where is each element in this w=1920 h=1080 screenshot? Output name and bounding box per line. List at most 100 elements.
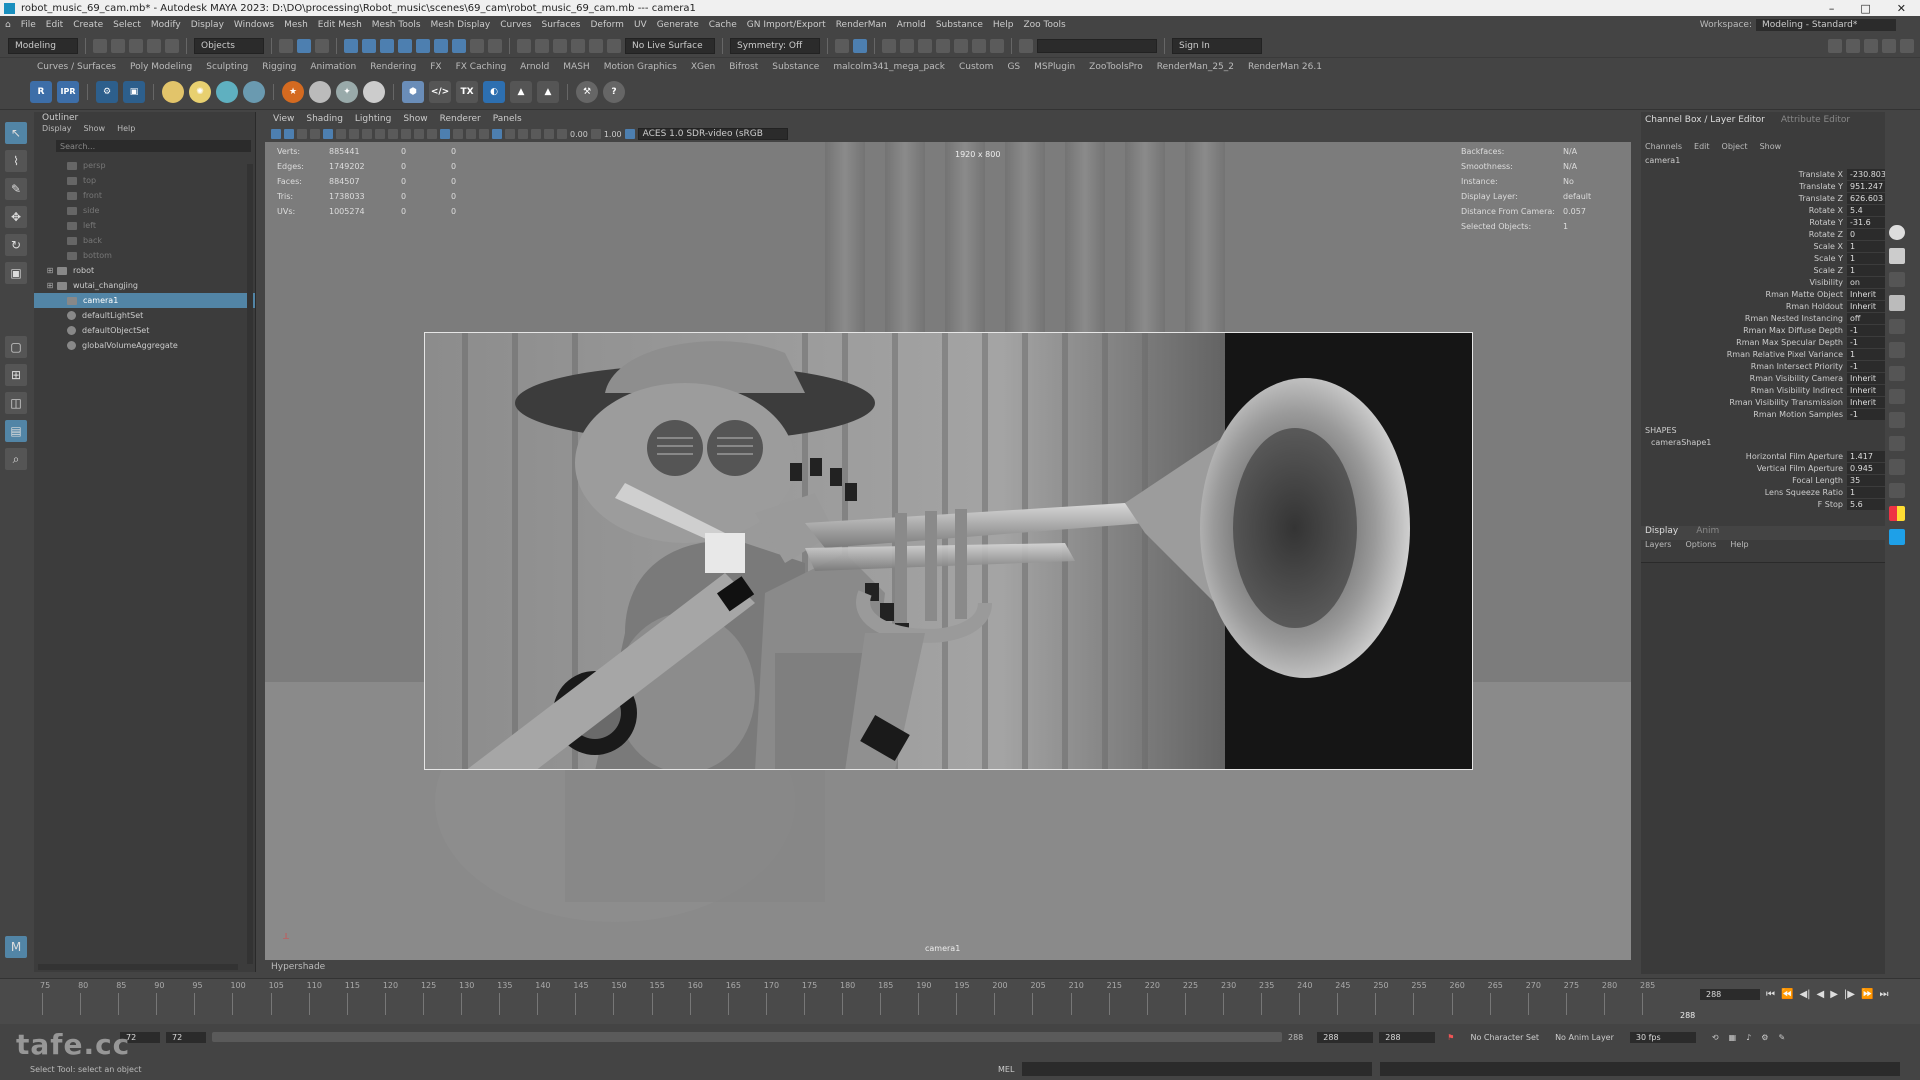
shelf-tab-rigging[interactable]: Rigging bbox=[255, 62, 303, 72]
soft-select-icon[interactable] bbox=[853, 38, 867, 53]
key-ticks-icon[interactable]: ▦ bbox=[1729, 1033, 1737, 1042]
gate-mask-icon[interactable] bbox=[362, 129, 372, 139]
channel-value-field[interactable]: Inherit bbox=[1847, 300, 1885, 312]
viewport-menu-shading[interactable]: Shading bbox=[306, 114, 343, 124]
playback-settings-icon[interactable]: ⚙ bbox=[1761, 1033, 1768, 1042]
lock-icon[interactable] bbox=[470, 38, 484, 53]
selection-mode-select[interactable]: Objects bbox=[194, 37, 264, 54]
channel-row-scale-z[interactable]: Scale Z 1 bbox=[1641, 264, 1885, 276]
wireframe-icon[interactable] bbox=[414, 129, 424, 139]
outliner-item-left[interactable]: left bbox=[34, 218, 255, 233]
stats-icon[interactable]: ▲ bbox=[510, 80, 532, 103]
dome-light-icon[interactable] bbox=[216, 80, 238, 103]
pencil-icon[interactable] bbox=[1889, 318, 1905, 335]
camera-attributes-icon[interactable] bbox=[284, 129, 294, 139]
expand-icon[interactable]: ⊞ bbox=[46, 281, 54, 290]
channels-menu[interactable]: Channels bbox=[1645, 142, 1682, 156]
grid-icon[interactable] bbox=[323, 129, 333, 139]
select-hierarchy-icon[interactable] bbox=[279, 38, 293, 53]
channel-row-vertical-film-aperture[interactable]: Vertical Film Aperture 0.945 bbox=[1641, 462, 1885, 474]
playback-end-field[interactable]: 288 bbox=[1317, 1031, 1374, 1043]
channel-row-rman-holdout[interactable]: Rman Holdout Inherit bbox=[1641, 300, 1885, 312]
history-icon[interactable] bbox=[488, 38, 502, 53]
menu-gn-import-export[interactable]: GN Import/Export bbox=[742, 20, 831, 30]
outliner-item-side[interactable]: side bbox=[34, 203, 255, 218]
txmake-icon[interactable]: TX bbox=[456, 80, 478, 103]
help-icon[interactable]: ? bbox=[603, 80, 625, 103]
outliner-hscrollbar[interactable] bbox=[38, 964, 238, 970]
shelf-tab-malcolm341-mega-pack[interactable]: malcolm341_mega_pack bbox=[826, 62, 952, 72]
panel-toggle-icon[interactable] bbox=[1900, 38, 1914, 53]
minimize-icon[interactable]: – bbox=[1829, 2, 1835, 15]
channel-row-rman-visibility-camera[interactable]: Rman Visibility Camera Inherit bbox=[1641, 372, 1885, 384]
shelf-tab-arnold[interactable]: Arnold bbox=[513, 62, 556, 72]
current-frame-field[interactable]: 288 bbox=[1700, 989, 1760, 1000]
outliner-item-defaultlightset[interactable]: defaultLightSet bbox=[34, 308, 255, 323]
pattern-icon[interactable]: ✦ bbox=[336, 80, 358, 103]
outliner-menu-help[interactable]: Help bbox=[117, 124, 135, 136]
channel-row-rman-matte-object[interactable]: Rman Matte Object Inherit bbox=[1641, 288, 1885, 300]
step-back-key-icon[interactable]: ⏪ bbox=[1781, 989, 1793, 1000]
channel-row-rman-motion-samples[interactable]: Rman Motion Samples -1 bbox=[1641, 408, 1885, 420]
xray-icon[interactable] bbox=[492, 129, 502, 139]
eye-icon[interactable] bbox=[1889, 248, 1905, 264]
textured-icon[interactable] bbox=[453, 129, 463, 139]
mel-toggle[interactable]: MEL bbox=[998, 1065, 1014, 1074]
preset-browser-icon[interactable]: ▣ bbox=[123, 80, 145, 103]
make-live-icon[interactable] bbox=[434, 38, 448, 53]
viewport-menu-renderer[interactable]: Renderer bbox=[440, 114, 481, 124]
osl-icon[interactable]: </> bbox=[429, 80, 451, 103]
gamma-icon[interactable] bbox=[590, 129, 601, 139]
hypershade-bar[interactable]: Hypershade bbox=[265, 960, 1631, 974]
rename-icon[interactable] bbox=[1019, 38, 1033, 53]
outliner-search-input[interactable]: Search... bbox=[56, 140, 251, 152]
show-menu[interactable]: Show bbox=[1760, 142, 1782, 156]
outliner-item-front[interactable]: front bbox=[34, 188, 255, 203]
trash-icon[interactable] bbox=[1889, 412, 1905, 428]
channel-row-translate-y[interactable]: Translate Y 951.247 bbox=[1641, 180, 1885, 192]
snap-surface-icon[interactable] bbox=[452, 38, 466, 53]
channel-row-rman-visibility-indirect[interactable]: Rman Visibility Indirect Inherit bbox=[1641, 384, 1885, 396]
shelf-tab-bifrost[interactable]: Bifrost bbox=[722, 62, 765, 72]
shelf-tab-substance[interactable]: Substance bbox=[765, 62, 826, 72]
render-setup-icon[interactable] bbox=[954, 38, 968, 53]
shelf-tab-mash[interactable]: MASH bbox=[556, 62, 596, 72]
workspace-select[interactable]: Modeling - Standard* bbox=[1756, 19, 1896, 31]
four-pane-icon[interactable]: ⊞ bbox=[5, 364, 27, 386]
gamma-field[interactable]: 1.00 bbox=[604, 130, 622, 139]
channel-row-rotate-x[interactable]: Rotate X 5.4 bbox=[1641, 204, 1885, 216]
command-input[interactable] bbox=[1022, 1062, 1372, 1076]
channel-box-icon[interactable] bbox=[1882, 38, 1896, 53]
channel-value-field[interactable]: Inherit bbox=[1847, 384, 1885, 396]
shadows-icon[interactable] bbox=[479, 129, 489, 139]
volume-icon[interactable]: ⬢ bbox=[402, 80, 424, 103]
default-material-icon[interactable] bbox=[440, 129, 450, 139]
shelf-tab-rendering[interactable]: Rendering bbox=[363, 62, 423, 72]
channel-row-rman-max-diffuse-depth[interactable]: Rman Max Diffuse Depth -1 bbox=[1641, 324, 1885, 336]
edit-menu[interactable]: Edit bbox=[1694, 142, 1710, 156]
select-camera-icon[interactable] bbox=[271, 129, 281, 139]
attribute-editor-icon[interactable] bbox=[1846, 38, 1860, 53]
ambient-occlusion-icon[interactable] bbox=[505, 129, 515, 139]
menu-windows[interactable]: Windows bbox=[229, 20, 279, 30]
object-menu[interactable]: Object bbox=[1722, 142, 1748, 156]
undo-arrow-icon[interactable] bbox=[1889, 388, 1905, 405]
rotate-tool-icon[interactable]: ↻ bbox=[5, 234, 27, 256]
snap-together-icon[interactable] bbox=[835, 38, 849, 53]
new-scene-icon[interactable] bbox=[93, 38, 107, 53]
shape-node-name[interactable]: cameraShape1 bbox=[1641, 438, 1885, 450]
outliner-item-persp[interactable]: persp bbox=[34, 158, 255, 173]
material-sphere-icon[interactable] bbox=[309, 80, 331, 103]
channel-row-rman-nested-instancing[interactable]: Rman Nested Instancing off bbox=[1641, 312, 1885, 324]
menu-generate[interactable]: Generate bbox=[652, 20, 704, 30]
lights-icon[interactable] bbox=[466, 129, 476, 139]
film-gate-icon[interactable] bbox=[336, 129, 346, 139]
quick-rename-input[interactable] bbox=[1037, 38, 1157, 53]
range-slider[interactable] bbox=[212, 1032, 1282, 1042]
menu-select[interactable]: Select bbox=[108, 20, 146, 30]
shelf-tab-xgen[interactable]: XGen bbox=[684, 62, 722, 72]
motion-blur-icon[interactable] bbox=[518, 129, 528, 139]
isolate-select-icon[interactable] bbox=[531, 129, 541, 139]
channel-value-field[interactable]: 1 bbox=[1847, 486, 1885, 498]
outliner-item-bottom[interactable]: bottom bbox=[34, 248, 255, 263]
